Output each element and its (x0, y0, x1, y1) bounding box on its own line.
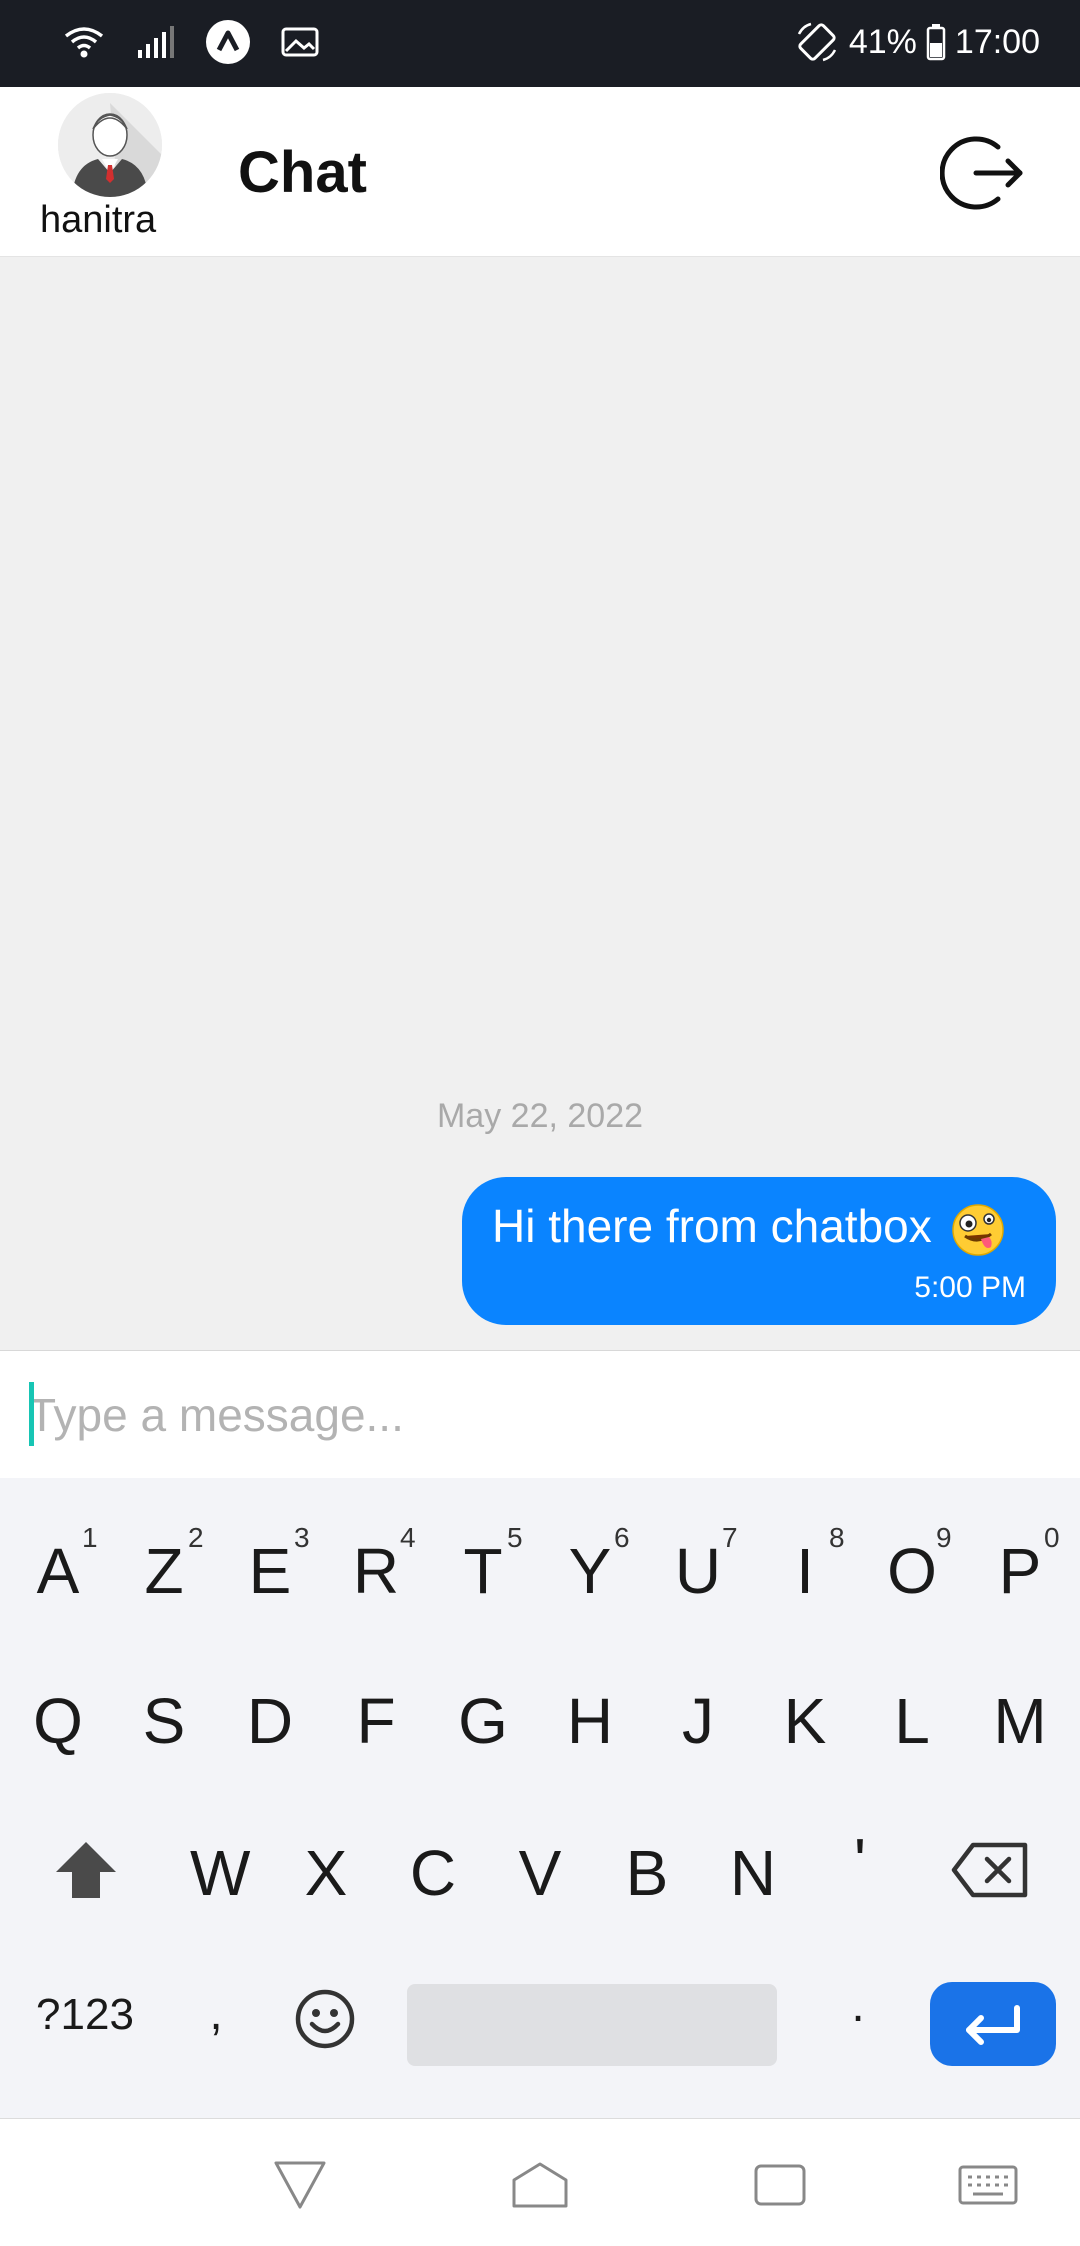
message-time: 5:00 PM (914, 1271, 1026, 1304)
space-key[interactable] (407, 1984, 777, 2066)
text-caret (29, 1382, 34, 1446)
shift-key[interactable] (48, 1832, 124, 1908)
key-y[interactable]: Y6 (562, 1522, 630, 1608)
wifi-icon (60, 18, 108, 66)
key-b[interactable]: B (619, 1836, 675, 1910)
key-period[interactable]: . (838, 1978, 878, 2033)
recents-button[interactable] (748, 2155, 812, 2215)
composer (0, 1350, 1080, 1478)
message-text-row: Hi there from chatbox (492, 1199, 1005, 1257)
backspace-icon (951, 1842, 1028, 1898)
enter-key[interactable] (930, 1982, 1056, 2066)
battery-percent: 41% (848, 22, 917, 61)
clock: 17:00 (954, 22, 1040, 61)
key-d[interactable]: D (242, 1684, 298, 1758)
home-icon (512, 2162, 568, 2208)
emoji-key[interactable] (292, 1986, 358, 2052)
logout-button[interactable] (939, 131, 1030, 215)
key-k[interactable]: K (777, 1684, 833, 1758)
page-title: Chat (238, 140, 367, 205)
chat-header: hanitra Chat (0, 87, 1080, 257)
key-p[interactable]: P0 (992, 1522, 1060, 1608)
zany-face-emoji-icon (951, 1204, 1004, 1256)
key-j[interactable]: J (670, 1684, 726, 1758)
key-l[interactable]: L (884, 1684, 940, 1758)
avatar[interactable] (58, 93, 162, 197)
back-triangle-icon (274, 2161, 326, 2209)
home-button[interactable] (508, 2155, 572, 2215)
message-text: Hi there from chatbox (492, 1200, 932, 1252)
symbols-key[interactable]: ?123 (30, 1990, 140, 2040)
rotate-icon (793, 18, 841, 66)
key-a[interactable]: A1 (30, 1522, 98, 1608)
back-button[interactable] (268, 2155, 332, 2215)
emoji-icon (295, 1989, 355, 2049)
keyboard-switch-button[interactable] (956, 2155, 1020, 2215)
message-list[interactable]: May 22, 2022 Hi there from chatbox 5:00 … (0, 257, 1080, 1350)
enter-arrow-icon (966, 2005, 1020, 2045)
key-x[interactable]: X (298, 1836, 354, 1910)
key-i[interactable]: I8 (777, 1522, 844, 1608)
key-v[interactable]: V (512, 1836, 568, 1910)
system-navigation-bar (0, 2118, 1080, 2246)
key-w[interactable]: W (190, 1836, 250, 1910)
status-bar: 41% 17:00 (0, 0, 1080, 87)
key-s[interactable]: S (136, 1684, 192, 1758)
signal-icon (132, 18, 180, 66)
gallery-icon (276, 18, 324, 66)
backspace-key[interactable] (950, 1836, 1030, 1904)
key-t[interactable]: T5 (455, 1522, 522, 1608)
key-e[interactable]: E3 (242, 1522, 310, 1608)
key-g[interactable]: G (455, 1684, 511, 1758)
app-notification-icon (204, 18, 252, 66)
key-h[interactable]: H (562, 1684, 618, 1758)
message-bubble[interactable]: Hi there from chatbox 5:00 PM (462, 1177, 1056, 1325)
recents-icon (754, 2164, 806, 2206)
on-screen-keyboard: A1 Z2 E3 R4 T5 Y6 U7 I8 O9 P0 Q S D F G … (0, 1478, 1080, 2118)
keyboard-icon (958, 2165, 1018, 2205)
key-c[interactable]: C (405, 1836, 461, 1910)
key-u[interactable]: U7 (670, 1522, 738, 1608)
key-o[interactable]: O9 (884, 1522, 951, 1608)
date-separator: May 22, 2022 (436, 1097, 644, 1135)
shift-icon (56, 1842, 116, 1898)
key-n[interactable]: N (725, 1836, 781, 1910)
message-input[interactable] (28, 1377, 1048, 1453)
key-q[interactable]: Q (30, 1684, 86, 1758)
key-f[interactable]: F (348, 1684, 404, 1758)
key-comma[interactable]: , (196, 1986, 236, 2041)
key-apostrophe[interactable]: ' (832, 1824, 888, 1898)
key-m[interactable]: M (992, 1684, 1048, 1758)
key-z[interactable]: Z2 (136, 1522, 203, 1608)
battery-icon (925, 18, 947, 66)
logout-icon (939, 136, 1023, 210)
username: hanitra (40, 199, 157, 241)
key-r[interactable]: R4 (348, 1522, 416, 1608)
